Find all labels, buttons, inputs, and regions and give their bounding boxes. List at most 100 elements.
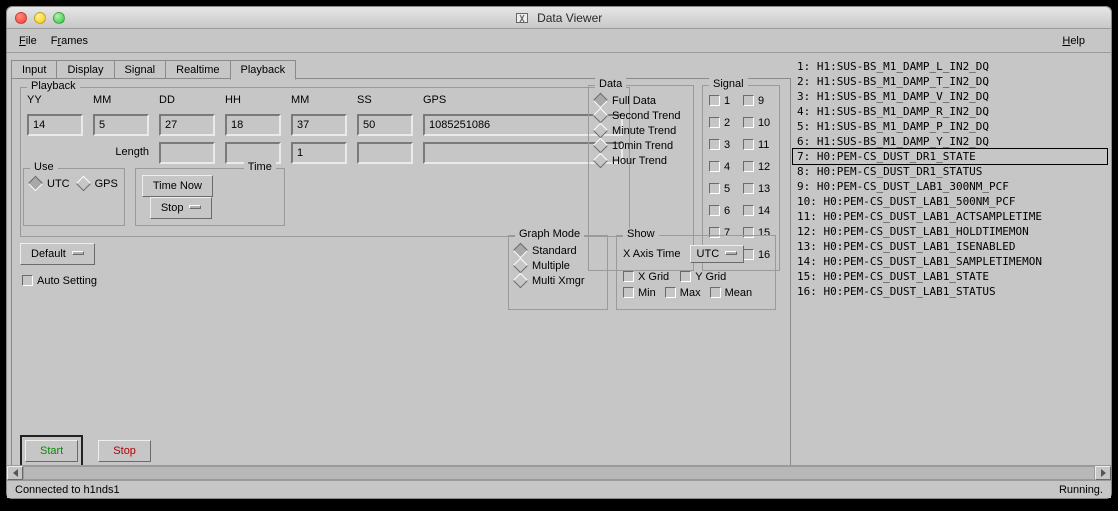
mean-checkbox[interactable]: Mean (710, 287, 753, 299)
data-hour[interactable]: Hour Trend (595, 155, 687, 167)
start-button[interactable]: Start (25, 440, 78, 462)
YY-input[interactable] (27, 114, 83, 136)
scroll-track[interactable] (23, 466, 1095, 480)
channel-row[interactable]: 4: H1:SUS-BS_M1_DAMP_R_IN2_DQ (793, 104, 1107, 119)
max-checkbox[interactable]: Max (665, 287, 701, 299)
menu-help[interactable]: Help (1062, 35, 1085, 47)
graph-mode-group: Graph Mode Standard Multiple Multi Xmgr (508, 235, 608, 310)
diamond-icon (593, 108, 609, 124)
h-scrollbar[interactable] (7, 465, 1111, 480)
default-button[interactable]: Default (20, 243, 95, 265)
channel-row[interactable]: 16: H0:PEM-CS_DUST_LAB1_STATUS (793, 284, 1107, 299)
tab-display[interactable]: Display (56, 60, 114, 80)
checkbox-icon (623, 287, 634, 298)
tab-panel-playback: Playback YY MM DD HH MM SS GPS (11, 78, 791, 478)
window-title: Data Viewer (7, 11, 1111, 25)
time-now-button[interactable]: Time Now (142, 175, 213, 197)
channel-row[interactable]: 9: H0:PEM-CS_DUST_LAB1_300NM_PCF (793, 179, 1107, 194)
channel-row[interactable]: 13: H0:PEM-CS_DUST_LAB1_ISENABLED (793, 239, 1107, 254)
signal-13-checkbox[interactable]: 13 (743, 183, 773, 195)
SS-input[interactable] (357, 114, 413, 136)
length-SS[interactable] (357, 142, 413, 164)
HH-input[interactable] (225, 114, 281, 136)
length-MM2[interactable] (291, 142, 347, 164)
tab-signal[interactable]: Signal (114, 60, 167, 80)
tab-input[interactable]: Input (11, 60, 57, 80)
checkbox-icon (743, 117, 754, 128)
checkbox-icon (709, 183, 720, 194)
MM2-input[interactable] (291, 114, 347, 136)
diamond-icon (28, 176, 44, 192)
channel-row[interactable]: 7: H0:PEM-CS_DUST_DR1_STATE (792, 148, 1108, 165)
channel-row[interactable]: 15: H0:PEM-CS_DUST_LAB1_STATE (793, 269, 1107, 284)
xaxistime-menu[interactable]: UTC (690, 245, 745, 263)
YY-label: YY (27, 94, 83, 106)
signal-3-checkbox[interactable]: 3 (709, 139, 733, 151)
signal-4-checkbox[interactable]: 4 (709, 161, 733, 173)
scroll-right-icon[interactable] (1095, 466, 1111, 480)
tab-playback[interactable]: Playback (230, 60, 297, 80)
show-legend: Show (623, 228, 659, 240)
use-utc-radio[interactable]: UTC (30, 178, 70, 190)
signal-9-checkbox[interactable]: 9 (743, 95, 773, 107)
checkbox-icon (680, 271, 691, 282)
stop-button[interactable]: Stop (98, 440, 151, 462)
checkbox-icon (743, 183, 754, 194)
time-legend: Time (244, 161, 276, 173)
xgrid-checkbox[interactable]: X Grid (623, 271, 669, 283)
zoom-icon[interactable] (53, 12, 65, 24)
signal-11-checkbox[interactable]: 11 (743, 139, 773, 151)
signal-1-checkbox[interactable]: 1 (709, 95, 733, 107)
signal-2-checkbox[interactable]: 2 (709, 117, 733, 129)
channel-row[interactable]: 5: H1:SUS-BS_M1_DAMP_P_IN2_DQ (793, 119, 1107, 134)
data-second[interactable]: Second Trend (595, 110, 687, 122)
diamond-icon (513, 243, 529, 259)
dropdown-icon (72, 251, 84, 255)
channel-list: 1: H1:SUS-BS_M1_DAMP_L_IN2_DQ2: H1:SUS-B… (793, 53, 1111, 480)
signal-10-checkbox[interactable]: 10 (743, 117, 773, 129)
channel-row[interactable]: 14: H0:PEM-CS_DUST_LAB1_SAMPLETIMEMON (793, 254, 1107, 269)
gm-multixmgr[interactable]: Multi Xmgr (515, 275, 601, 287)
x11-icon (516, 13, 528, 23)
show-group: Show X Axis Time UTC X Grid Y Grid (616, 235, 776, 310)
signal-14-checkbox[interactable]: 14 (743, 205, 773, 217)
channel-row[interactable]: 3: H1:SUS-BS_M1_DAMP_V_IN2_DQ (793, 89, 1107, 104)
channel-row[interactable]: 12: H0:PEM-CS_DUST_LAB1_HOLDTIMEMON (793, 224, 1107, 239)
checkbox-icon (743, 205, 754, 216)
signal-6-checkbox[interactable]: 6 (709, 205, 733, 217)
time-stop-button[interactable]: Stop (150, 197, 213, 219)
menu-frames[interactable]: Frames (51, 35, 88, 47)
channel-row[interactable]: 6: H1:SUS-BS_M1_DAMP_Y_IN2_DQ (793, 134, 1107, 149)
diamond-icon (513, 258, 529, 274)
data-full[interactable]: Full Data (595, 95, 687, 107)
window-controls (7, 12, 65, 24)
MM-input[interactable] (93, 114, 149, 136)
checkbox-icon (743, 95, 754, 106)
gm-multiple[interactable]: Multiple (515, 260, 601, 272)
channel-row[interactable]: 8: H0:PEM-CS_DUST_DR1_STATUS (793, 164, 1107, 179)
channel-row[interactable]: 11: H0:PEM-CS_DUST_LAB1_ACTSAMPLETIME (793, 209, 1107, 224)
scroll-left-icon[interactable] (7, 466, 23, 480)
channel-row[interactable]: 10: H0:PEM-CS_DUST_LAB1_500NM_PCF (793, 194, 1107, 209)
use-gps-radio[interactable]: GPS (78, 178, 118, 190)
diamond-icon (593, 138, 609, 154)
data-10min[interactable]: 10min Trend (595, 140, 687, 152)
minimize-icon[interactable] (34, 12, 46, 24)
tabbar: Input Display Signal Realtime Playback (11, 57, 791, 79)
ygrid-checkbox[interactable]: Y Grid (680, 271, 726, 283)
graph-mode-legend: Graph Mode (515, 228, 584, 240)
tab-realtime[interactable]: Realtime (165, 60, 230, 80)
auto-setting-checkbox[interactable]: Auto Setting (22, 275, 97, 287)
data-minute[interactable]: Minute Trend (595, 125, 687, 137)
gm-standard[interactable]: Standard (515, 245, 601, 257)
min-checkbox[interactable]: Min (623, 287, 656, 299)
close-icon[interactable] (15, 12, 27, 24)
signal-5-checkbox[interactable]: 5 (709, 183, 733, 195)
xaxistime-label: X Axis Time (623, 248, 680, 260)
signal-12-checkbox[interactable]: 12 (743, 161, 773, 173)
DD-input[interactable] (159, 114, 215, 136)
channel-row[interactable]: 2: H1:SUS-BS_M1_DAMP_T_IN2_DQ (793, 74, 1107, 89)
menu-file[interactable]: File (19, 35, 37, 47)
length-DD[interactable] (159, 142, 215, 164)
channel-row[interactable]: 1: H1:SUS-BS_M1_DAMP_L_IN2_DQ (793, 59, 1107, 74)
